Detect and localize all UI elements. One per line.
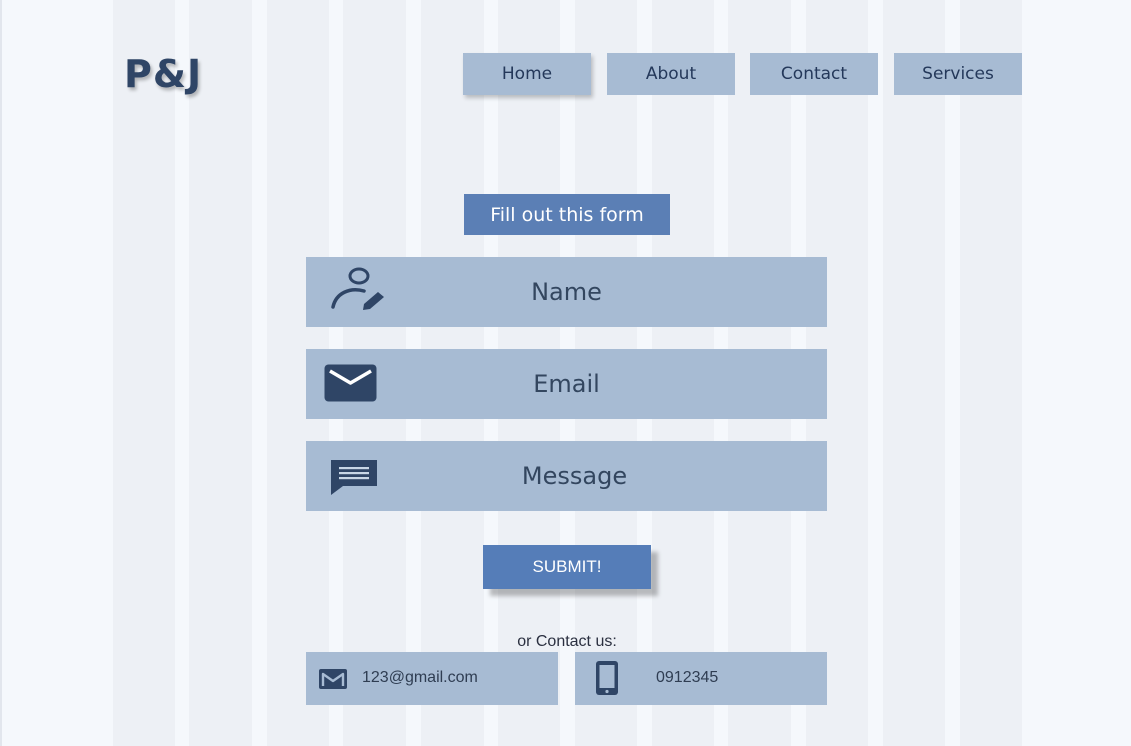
- name-placeholder: Name: [531, 278, 602, 306]
- message-field[interactable]: Message: [306, 441, 827, 511]
- contact-phone-text[interactable]: 0912345: [656, 669, 718, 687]
- message-placeholder: Message: [521, 462, 628, 490]
- phone-icon: [595, 660, 619, 701]
- contact-phone-box[interactable]: 0912345: [575, 652, 827, 705]
- contact-intro: or Contact us:: [517, 633, 617, 650]
- nav-home-button[interactable]: Home: [463, 53, 591, 95]
- brand-logo[interactable]: P&J: [124, 52, 202, 96]
- mail-icon: [318, 668, 348, 695]
- nav-contact-button[interactable]: Contact: [750, 53, 878, 95]
- name-field[interactable]: Name: [306, 257, 827, 327]
- nav-services-button[interactable]: Services: [894, 53, 1022, 95]
- form-title: Fill out this form: [464, 194, 670, 235]
- email-field[interactable]: Email: [306, 349, 827, 419]
- contact-email-text[interactable]: 123@gmail.com: [362, 669, 478, 687]
- email-placeholder: Email: [533, 370, 600, 398]
- submit-button[interactable]: SUBMIT!: [483, 545, 651, 589]
- page-edge: [0, 0, 2, 746]
- nav-about-button[interactable]: About: [607, 53, 735, 95]
- contact-email-box[interactable]: 123@gmail.com: [306, 652, 558, 705]
